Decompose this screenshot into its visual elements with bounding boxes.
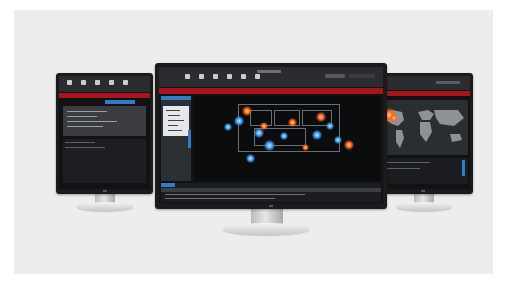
alarm-marker[interactable] — [344, 140, 354, 150]
center-monitor-screen — [159, 67, 383, 203]
tree-item[interactable] — [168, 115, 180, 116]
tree-item[interactable] — [168, 120, 184, 121]
camera-marker[interactable] — [334, 136, 342, 144]
tree-header[interactable] — [161, 96, 191, 100]
toolbar-icon[interactable] — [213, 74, 218, 79]
right-toolbar — [376, 76, 470, 90]
toolbar-icon[interactable] — [109, 80, 114, 85]
floor-plan-view — [194, 96, 380, 181]
toolbar-icon[interactable] — [227, 74, 232, 79]
tree-item[interactable] — [168, 125, 178, 126]
center-toolbar — [159, 67, 383, 87]
detail-line — [67, 111, 107, 112]
center-monitor-base — [223, 223, 309, 235]
right-alarm-bar — [376, 91, 470, 96]
table-row[interactable] — [165, 194, 305, 195]
detail-line — [67, 121, 117, 122]
table-title-tab[interactable] — [161, 183, 175, 187]
camera-marker[interactable] — [224, 123, 232, 131]
list-scrollbar[interactable] — [462, 160, 465, 176]
toolbar-icon[interactable] — [95, 80, 100, 85]
left-detail-panel — [63, 106, 146, 136]
map-alarm-marker[interactable] — [390, 114, 398, 122]
toolbar-icon[interactable] — [199, 74, 204, 79]
list-row[interactable] — [65, 142, 95, 143]
list-row[interactable] — [380, 162, 430, 163]
detail-line — [67, 126, 103, 127]
left-monitor-screen — [59, 76, 150, 189]
toolbar-icon[interactable] — [123, 80, 128, 85]
camera-marker[interactable] — [264, 140, 275, 151]
right-monitor-base — [396, 202, 452, 211]
tree-list — [163, 106, 189, 136]
site-tree-panel — [161, 96, 191, 181]
left-list-panel — [63, 139, 146, 183]
center-alarm-bar — [159, 88, 383, 94]
alarm-marker[interactable] — [316, 112, 326, 122]
tree-item[interactable] — [168, 130, 182, 131]
toolbar-icon[interactable] — [241, 74, 246, 79]
toolbar-control[interactable] — [349, 74, 375, 78]
camera-marker[interactable] — [326, 122, 334, 130]
right-event-list — [378, 158, 468, 184]
table-row[interactable] — [165, 198, 275, 199]
toolbar-icon[interactable] — [67, 80, 72, 85]
left-bezel-logo — [102, 190, 107, 192]
event-table — [161, 183, 381, 202]
right-world-map — [378, 100, 468, 155]
toolbar-icon[interactable] — [436, 81, 460, 84]
product-scene — [14, 10, 493, 274]
toolbar-icon[interactable] — [185, 74, 190, 79]
camera-marker[interactable] — [246, 154, 255, 163]
alarm-marker[interactable] — [260, 122, 268, 130]
camera-marker[interactable] — [280, 132, 288, 140]
left-alarm-bar — [59, 93, 150, 98]
tree-item[interactable] — [166, 110, 180, 111]
right-monitor — [373, 73, 473, 194]
alarm-marker[interactable] — [302, 144, 309, 151]
camera-marker[interactable] — [312, 130, 322, 140]
toolbar-icon[interactable] — [81, 80, 86, 85]
left-monitor — [56, 73, 153, 194]
list-row[interactable] — [65, 147, 105, 148]
camera-marker[interactable] — [234, 116, 244, 126]
alarm-marker[interactable] — [242, 106, 252, 116]
table-header-row — [161, 188, 381, 192]
center-monitor — [155, 63, 387, 209]
detail-line — [67, 116, 97, 117]
left-monitor-base — [77, 202, 133, 211]
center-bezel-logo — [269, 205, 273, 207]
left-selected-tab[interactable] — [105, 100, 135, 104]
panel-collapse-tab[interactable] — [188, 130, 191, 148]
right-bezel-logo — [421, 190, 425, 192]
left-toolbar — [59, 76, 150, 92]
toolbar-icon[interactable] — [255, 74, 260, 79]
alarm-marker[interactable] — [288, 118, 297, 127]
search-field[interactable] — [257, 70, 281, 73]
right-monitor-screen — [376, 76, 470, 189]
toolbar-control[interactable] — [325, 74, 345, 78]
